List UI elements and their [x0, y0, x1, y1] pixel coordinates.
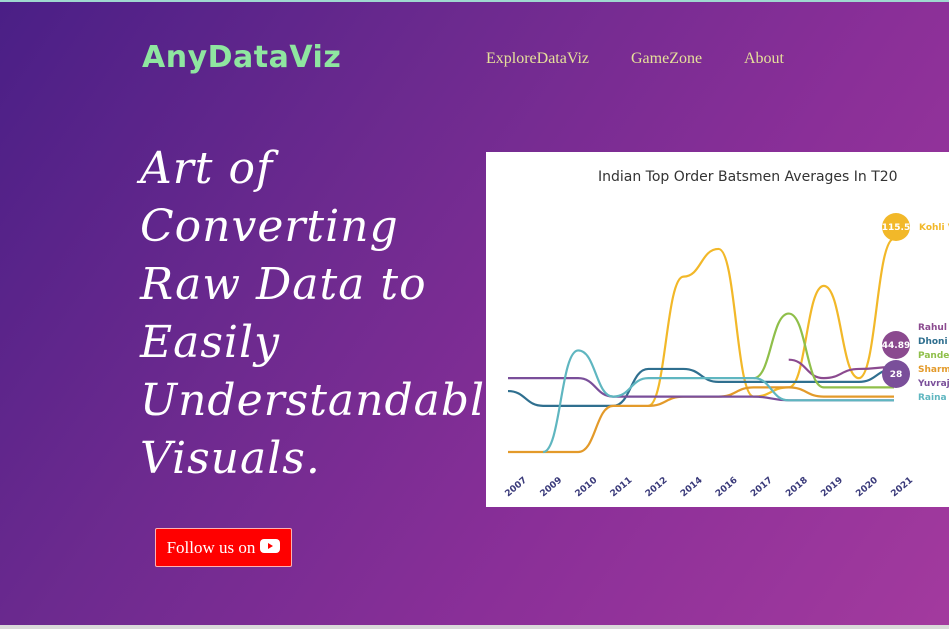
hero-headline: Art of Converting Raw Data to Easily Und…	[140, 143, 513, 484]
x-tick-label: 2021	[890, 476, 916, 500]
chart-image: Indian Top Order Batsmen Averages In T20…	[486, 152, 949, 507]
nav-gamezone[interactable]: GameZone	[631, 50, 702, 68]
top-border	[0, 0, 949, 2]
x-tick-label: 2010	[574, 476, 600, 500]
series-label-pandey: Pandey	[918, 351, 949, 361]
youtube-icon	[260, 538, 281, 558]
series-line-raina	[542, 349, 894, 454]
x-tick-label: 2011	[609, 476, 635, 500]
follow-label: Follow us on	[166, 537, 256, 557]
x-tick-label: 2019	[819, 476, 845, 500]
x-tick-label: 2012	[644, 476, 670, 500]
series-label-kohli-v: Kohli V	[919, 223, 949, 233]
x-tick-label: 2014	[679, 476, 705, 500]
chart-title: Indian Top Order Batsmen Averages In T20	[598, 169, 898, 185]
series-label-sharma: Sharma	[918, 365, 949, 375]
kohli-value-bubble-text: 115.5	[882, 223, 910, 233]
raina-value-bubble-text: 28	[890, 370, 903, 380]
follow-youtube-button[interactable]: Follow us on	[155, 528, 292, 567]
dhoni-value-bubble-text: 44.89	[882, 341, 910, 351]
nav-about[interactable]: About	[744, 50, 784, 68]
nav-explore-dataviz[interactable]: ExploreDataViz	[486, 50, 589, 68]
x-tick-label: 2017	[749, 476, 775, 500]
x-tick-label: 2016	[714, 476, 740, 500]
batsmen-averages-chart: Indian Top Order Batsmen Averages In T20…	[504, 169, 949, 500]
series-label-dhoni: Dhoni	[918, 337, 948, 347]
x-tick-label: 2020	[854, 476, 880, 500]
x-tick-label: 2007	[504, 476, 530, 500]
bottom-scrollbar	[0, 625, 949, 629]
series-label-rahul: Rahul	[918, 323, 947, 333]
logo[interactable]: AnyDataViz	[142, 40, 341, 75]
x-tick-label: 2009	[539, 476, 565, 500]
series-label-yuvraj: Yuvraj	[917, 379, 949, 389]
x-tick-label: 2018	[784, 476, 810, 500]
series-line-pandey	[753, 312, 894, 389]
series-label-raina: Raina	[918, 393, 947, 403]
